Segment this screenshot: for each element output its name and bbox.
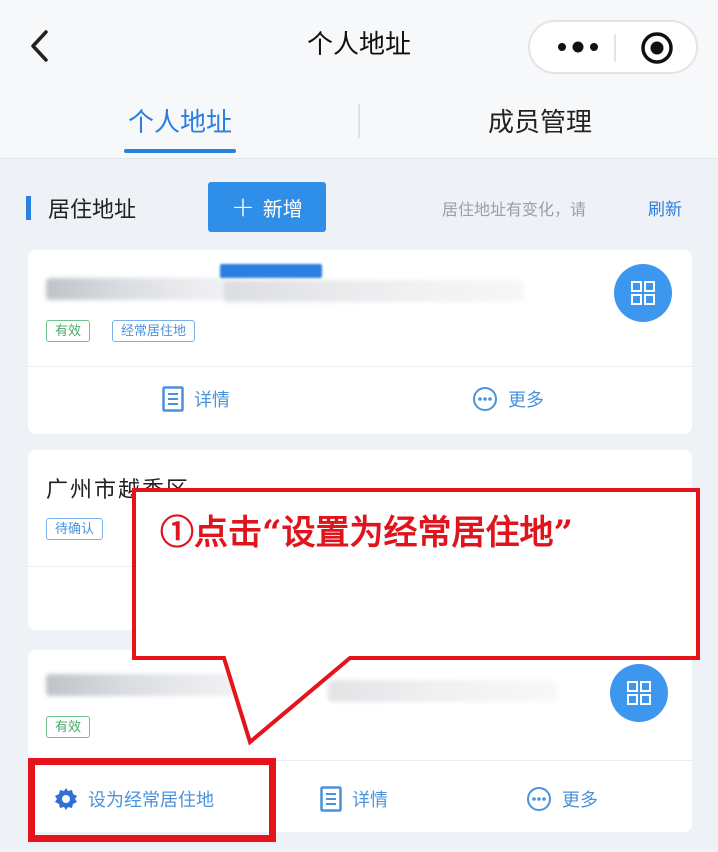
active-tab-indicator: [124, 149, 236, 153]
more-action[interactable]: 更多: [526, 782, 598, 816]
tab-bar: 个人地址 成员管理: [0, 92, 718, 159]
annotation-highlight-box: [28, 758, 276, 842]
more-action[interactable]: 更多: [472, 382, 544, 416]
blurred-address: [46, 278, 226, 300]
plus-icon: +: [231, 190, 255, 223]
more-circle-icon: [527, 787, 551, 811]
detail-action[interactable]: 详情: [162, 382, 230, 416]
capsule-divider: [614, 34, 616, 62]
detail-label: 详情: [352, 790, 388, 811]
status-badge: 有效: [46, 320, 91, 342]
card-divider: [28, 366, 692, 367]
blurred-address-tail: [224, 280, 524, 302]
document-icon: [320, 786, 342, 812]
blurred-highlight: [220, 264, 322, 278]
section-accent-bar: [26, 196, 31, 220]
pending-confirm-badge: 待确认: [46, 518, 104, 540]
refresh-link[interactable]: 刷新: [648, 195, 682, 220]
status-badge: 有效: [46, 716, 91, 738]
section-title: 居住地址: [48, 198, 137, 223]
close-target-icon[interactable]: [640, 31, 674, 65]
address-card: 有效 经常居住地 详情 更多: [28, 250, 692, 434]
qr-code-button[interactable]: [614, 264, 672, 322]
add-address-button[interactable]: + 新增: [208, 182, 326, 232]
more-label: 更多: [508, 390, 544, 411]
tab-personal-address[interactable]: 个人地址: [60, 102, 300, 142]
detail-label: 详情: [194, 390, 230, 411]
more-circle-icon: [473, 387, 497, 411]
more-dots-icon[interactable]: [552, 33, 604, 61]
mini-program-capsule: [528, 20, 698, 74]
frequent-residence-badge: 经常居住地: [112, 320, 196, 342]
address-change-hint: 居住地址有变化，请: [442, 200, 587, 219]
add-button-label: 新增: [262, 196, 303, 221]
document-icon: [162, 386, 184, 412]
qr-grid-icon: [631, 281, 655, 305]
tab-member-management[interactable]: 成员管理: [420, 102, 660, 142]
detail-action[interactable]: 详情: [320, 782, 388, 816]
tab-divider: [358, 104, 360, 138]
more-label: 更多: [562, 790, 598, 811]
annotation-text: ①点击“设置为经常居住地”: [160, 513, 574, 553]
